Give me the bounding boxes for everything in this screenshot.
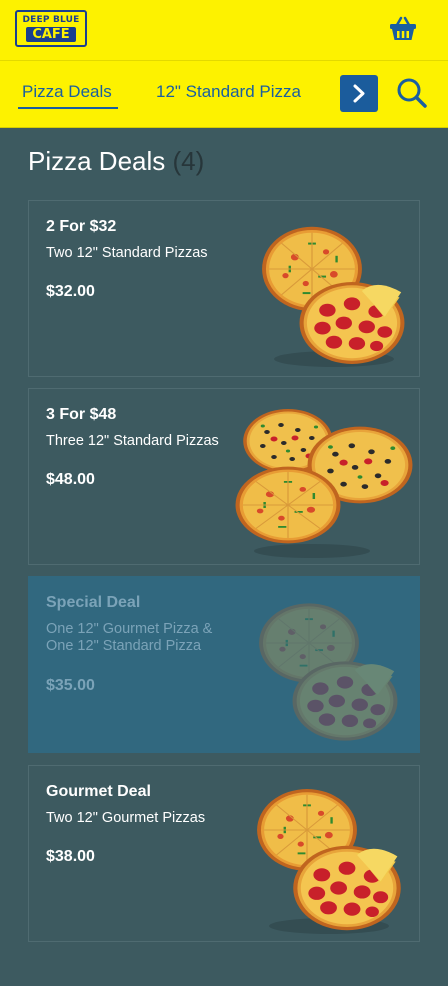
deal-price: $38.00 bbox=[46, 848, 95, 865]
tab-12-standard-pizza[interactable]: 12" Standard Pizza bbox=[156, 82, 301, 102]
deal-description: One 12" Gourmet Pizza & One 12" Standard… bbox=[46, 621, 213, 654]
search-icon[interactable] bbox=[396, 77, 428, 109]
deal-description: Two 12" Gourmet Pizzas bbox=[46, 810, 206, 826]
deal-description: Two 12" Standard Pizzas bbox=[46, 245, 208, 261]
deal-card-3-for-48[interactable]: 3 For $48 Three 12" Standard Pizzas $48.… bbox=[28, 388, 420, 565]
deal-card-gourmet-deal[interactable]: Gourmet Deal Two 12" Gourmet Pizzas $38.… bbox=[28, 765, 420, 942]
deal-name: Special Deal bbox=[46, 594, 141, 611]
tab-pizza-deals[interactable]: Pizza Deals bbox=[22, 82, 112, 102]
deal-name: 3 For $48 bbox=[46, 406, 117, 423]
deal-image bbox=[234, 409, 413, 558]
header-divider bbox=[0, 60, 448, 61]
deal-image bbox=[256, 788, 401, 934]
deal-card-special-deal[interactable]: Special Deal One 12" Gourmet Pizza & One… bbox=[28, 576, 420, 753]
logo-line2: CAFE bbox=[26, 27, 76, 42]
active-tab-indicator bbox=[18, 107, 118, 109]
deal-card-2-for-32[interactable]: 2 For $32 Two 12" Standard Pizzas $32.00 bbox=[28, 200, 420, 377]
deal-price: $48.00 bbox=[46, 471, 95, 488]
deal-description: Three 12" Standard Pizzas bbox=[46, 433, 219, 449]
deal-name: 2 For $32 bbox=[46, 218, 117, 235]
chevron-right-icon bbox=[353, 84, 365, 103]
logo-line1: DEEP BLUE bbox=[22, 15, 80, 25]
section-count: (4) bbox=[172, 146, 205, 176]
section-title: Pizza Deals bbox=[28, 146, 166, 176]
brand-logo[interactable]: DEEP BLUE CAFE bbox=[15, 10, 87, 47]
deal-name: Gourmet Deal bbox=[46, 783, 151, 800]
deal-price: $32.00 bbox=[46, 283, 95, 300]
deal-price: $35.00 bbox=[46, 677, 95, 694]
next-tabs-button[interactable] bbox=[340, 75, 378, 112]
page-title: Pizza Deals (4) bbox=[28, 146, 204, 177]
basket-icon[interactable] bbox=[388, 14, 418, 44]
deal-image bbox=[261, 226, 405, 367]
deal-image bbox=[258, 602, 398, 741]
top-bar: DEEP BLUE CAFE Pizza Deals 12" Standard … bbox=[0, 0, 448, 128]
